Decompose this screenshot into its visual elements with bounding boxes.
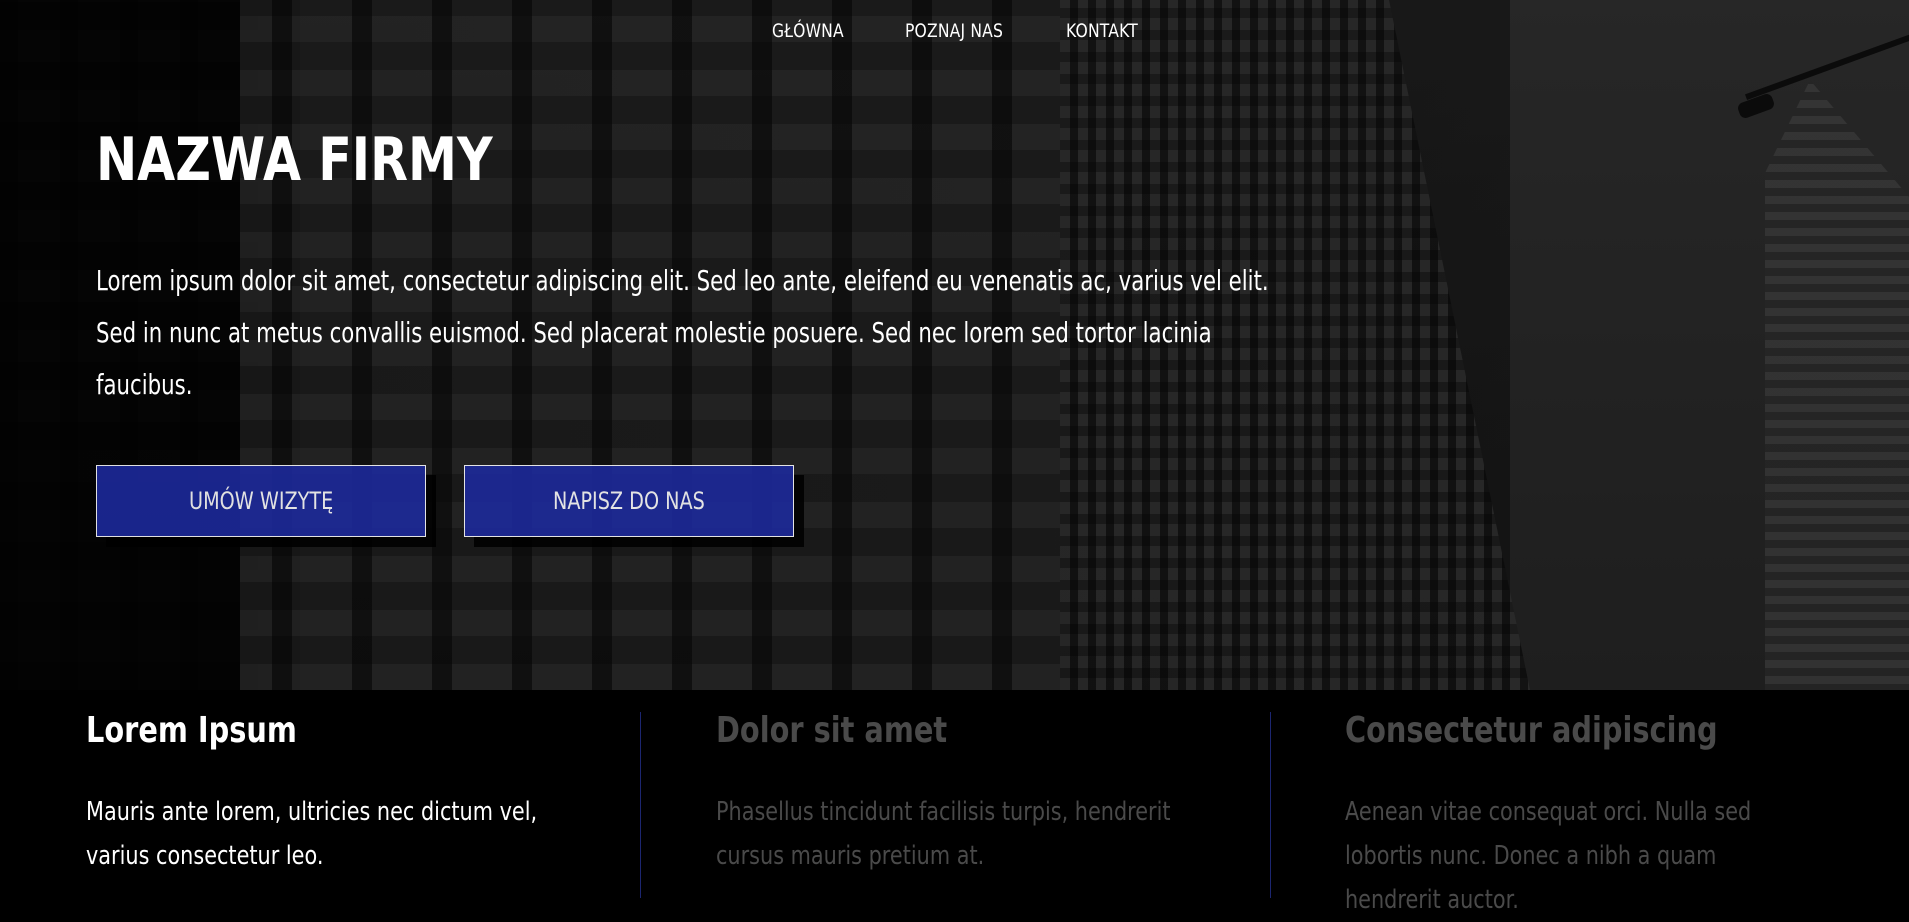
- feature-text: Aenean vitae consequat orci. Nulla sed l…: [1345, 797, 1752, 915]
- hero-section: GŁÓWNA POZNAJ NAS KONTAKT NAZWA FIRMY Lo…: [0, 0, 1909, 690]
- book-visit-button-label: UMÓW WIZYTĘ: [188, 487, 334, 515]
- feature-divider: [1270, 712, 1271, 898]
- hero-lead-text: Lorem ipsum dolor sit amet, consectetur …: [96, 264, 1269, 401]
- features-section: Lorem Ipsum Mauris ante lorem, ultricies…: [0, 690, 1909, 919]
- feature-title: Dolor sit amet: [716, 710, 948, 751]
- nav-item-contact[interactable]: KONTAKT: [1066, 20, 1138, 42]
- write-to-us-button-label: NAPISZ DO NAS: [553, 487, 705, 515]
- book-visit-button[interactable]: UMÓW WIZYTĘ: [96, 465, 426, 537]
- feature-title: Consectetur adipiscing: [1345, 710, 1718, 751]
- nav-item-home[interactable]: GŁÓWNA: [772, 20, 844, 42]
- main-nav: GŁÓWNA POZNAJ NAS KONTAKT: [0, 20, 1909, 50]
- company-title: NAZWA FIRMY: [96, 125, 493, 195]
- nav-item-about[interactable]: POZNAJ NAS: [905, 20, 1003, 42]
- write-to-us-button[interactable]: NAPISZ DO NAS: [464, 465, 794, 537]
- feature-title: Lorem Ipsum: [86, 710, 297, 751]
- feature-divider: [640, 712, 641, 898]
- feature-text: Mauris ante lorem, ultricies nec dictum …: [86, 797, 538, 871]
- feature-text: Phasellus tincidunt facilisis turpis, he…: [716, 797, 1171, 871]
